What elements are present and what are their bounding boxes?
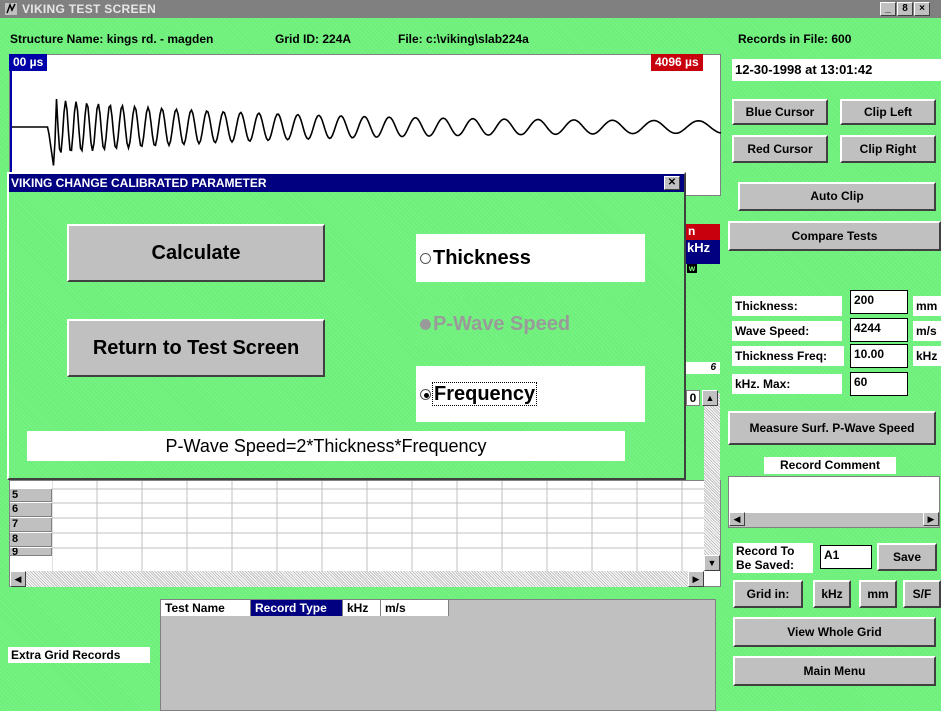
timestamp: 12-30-1998 at 13:01:42: [732, 59, 941, 81]
record-to-save-label: Record To Be Saved:: [733, 543, 813, 573]
extra-grid-records-label: Extra Grid Records: [8, 647, 150, 663]
col-ms[interactable]: m/s: [381, 600, 449, 616]
record-to-save-input[interactable]: A1: [820, 545, 872, 569]
scroll-left-icon[interactable]: ◀: [729, 512, 745, 526]
col-record-type[interactable]: Record Type: [251, 600, 343, 616]
maximize-button[interactable]: 8: [897, 2, 913, 16]
change-calibrated-parameter-dialog: VIKING CHANGE CALIBRATED PARAMETER ✕ Cal…: [7, 172, 686, 480]
file-path: File: c:\viking\slab224a: [398, 32, 529, 46]
dialog-title: VIKING CHANGE CALIBRATED PARAMETER: [11, 176, 267, 190]
radio-frequency-label: Frequency: [431, 382, 538, 406]
dialog-close-icon[interactable]: ✕: [664, 176, 680, 190]
close-button[interactable]: ×: [914, 2, 930, 16]
grid-sf-button[interactable]: S/F: [903, 580, 941, 608]
record-to-save-line2: Be Saved:: [736, 558, 795, 572]
grid-row-header-8[interactable]: 8: [10, 533, 52, 547]
comment-hscrollbar[interactable]: ◀ ▶: [729, 512, 939, 527]
spectrum-axis-fragment: 6: [686, 362, 720, 374]
spectrum-red-label: n: [686, 224, 720, 240]
clip-right-button[interactable]: Clip Right: [840, 135, 936, 163]
minimize-button[interactable]: _: [880, 2, 896, 16]
grid-scroll-right-icon[interactable]: ▶: [688, 571, 704, 587]
radio-thickness-icon[interactable]: [420, 253, 431, 265]
grid-khz-button[interactable]: kHz: [813, 580, 851, 608]
formula-display: P-Wave Speed=2*Thickness*Frequency: [27, 431, 625, 461]
thickness-freq-unit: kHz: [913, 346, 941, 366]
blue-cursor-button[interactable]: Blue Cursor: [732, 99, 828, 125]
grid-row-header-5[interactable]: 5: [10, 489, 52, 502]
grid-hscrollbar[interactable]: [10, 571, 704, 587]
grid-id-value: 224A: [322, 32, 352, 46]
grid-in-button[interactable]: Grid in:: [733, 580, 803, 608]
clip-left-button[interactable]: Clip Left: [840, 99, 936, 125]
record-comment-input[interactable]: ◀ ▶: [728, 476, 940, 528]
khz-max-input[interactable]: 60: [850, 372, 908, 396]
grid-mm-button[interactable]: mm: [859, 580, 897, 608]
window-title: VIKING TEST SCREEN: [22, 2, 157, 16]
compare-tests-button[interactable]: Compare Tests: [728, 221, 941, 251]
grid-id-label: Grid ID:: [275, 32, 319, 46]
wave-speed-input[interactable]: 4244: [850, 318, 908, 342]
radio-pwave-speed[interactable]: P-Wave Speed: [416, 299, 645, 349]
spectrum-khz-label: kHz: [687, 240, 711, 255]
radio-thickness[interactable]: Thickness: [416, 234, 645, 282]
grid-scroll-left-icon[interactable]: ◀: [10, 571, 26, 587]
grid-row-header-6[interactable]: 6: [10, 503, 52, 517]
app-icon: [5, 2, 17, 15]
record-comment-label: Record Comment: [764, 457, 896, 474]
spectrum-w-marker: w: [687, 264, 697, 273]
dialog-titlebar: VIKING CHANGE CALIBRATED PARAMETER ✕: [9, 174, 684, 192]
red-cursor-button[interactable]: Red Cursor: [732, 135, 828, 163]
radio-thickness-label: Thickness: [433, 247, 531, 269]
wave-speed-label: Wave Speed:: [732, 321, 842, 341]
extra-grid-records-table[interactable]: Test Name Record Type kHz m/s: [160, 599, 716, 711]
radio-pwave-speed-icon[interactable]: [420, 319, 431, 331]
thickness-freq-input[interactable]: 10.00: [850, 344, 908, 368]
file-value: c:\viking\slab224a: [426, 32, 529, 46]
khz-max-label: kHz. Max:: [732, 374, 842, 394]
grid-partial-col-header: 0: [686, 390, 700, 406]
grid-lines: [52, 481, 704, 571]
thickness-freq-label: Thickness Freq:: [732, 346, 844, 366]
main-menu-button[interactable]: Main Menu: [733, 656, 936, 686]
records-label: Records in File:: [738, 32, 829, 46]
structure-name: Structure Name: kings rd. - magden: [10, 32, 213, 46]
records-in-file: Records in File: 600: [738, 32, 851, 46]
grid-scroll-down-icon[interactable]: ▼: [704, 555, 720, 571]
col-test-name[interactable]: Test Name: [161, 600, 251, 616]
radio-frequency[interactable]: Frequency: [416, 366, 645, 422]
grid-id: Grid ID: 224A: [275, 32, 351, 46]
save-button[interactable]: Save: [877, 543, 937, 571]
col-khz[interactable]: kHz: [343, 600, 381, 616]
wave-speed-unit: m/s: [913, 321, 941, 341]
auto-clip-button[interactable]: Auto Clip: [738, 182, 936, 211]
scroll-right-icon[interactable]: ▶: [923, 512, 939, 526]
view-whole-grid-button[interactable]: View Whole Grid: [733, 617, 936, 647]
thickness-input[interactable]: 200: [850, 290, 908, 314]
record-to-save-line1: Record To: [736, 544, 795, 558]
radio-pwave-speed-label: P-Wave Speed: [433, 313, 571, 335]
time-end-label: 4096 µs: [651, 54, 703, 71]
grid-row-header-7[interactable]: 7: [10, 518, 52, 532]
thickness-unit: mm: [913, 296, 941, 316]
thickness-label: Thickness:: [732, 296, 842, 316]
measure-surf-pwave-button[interactable]: Measure Surf. P-Wave Speed: [728, 411, 936, 445]
records-value: 600: [831, 32, 852, 46]
file-label: File:: [398, 32, 423, 46]
spectrum-panel-fragment: n kHz: [686, 224, 720, 264]
grid-vscrollbar[interactable]: [704, 393, 720, 555]
time-start-label: 00 µs: [9, 54, 48, 71]
radio-frequency-icon[interactable]: [420, 389, 431, 401]
return-to-test-screen-button[interactable]: Return to Test Screen: [67, 319, 325, 377]
grid-scroll-up-icon[interactable]: ▲: [702, 390, 718, 406]
grid-row-header-9[interactable]: 9: [10, 548, 52, 556]
calculate-button[interactable]: Calculate: [67, 224, 325, 282]
structure-value: kings rd. - magden: [106, 32, 214, 46]
structure-label: Structure Name:: [10, 32, 104, 46]
results-grid[interactable]: 5 6 7 8 9 ▼ ◀ ▶: [9, 393, 721, 587]
window-titlebar: VIKING TEST SCREEN _ 8 ×: [0, 0, 941, 18]
